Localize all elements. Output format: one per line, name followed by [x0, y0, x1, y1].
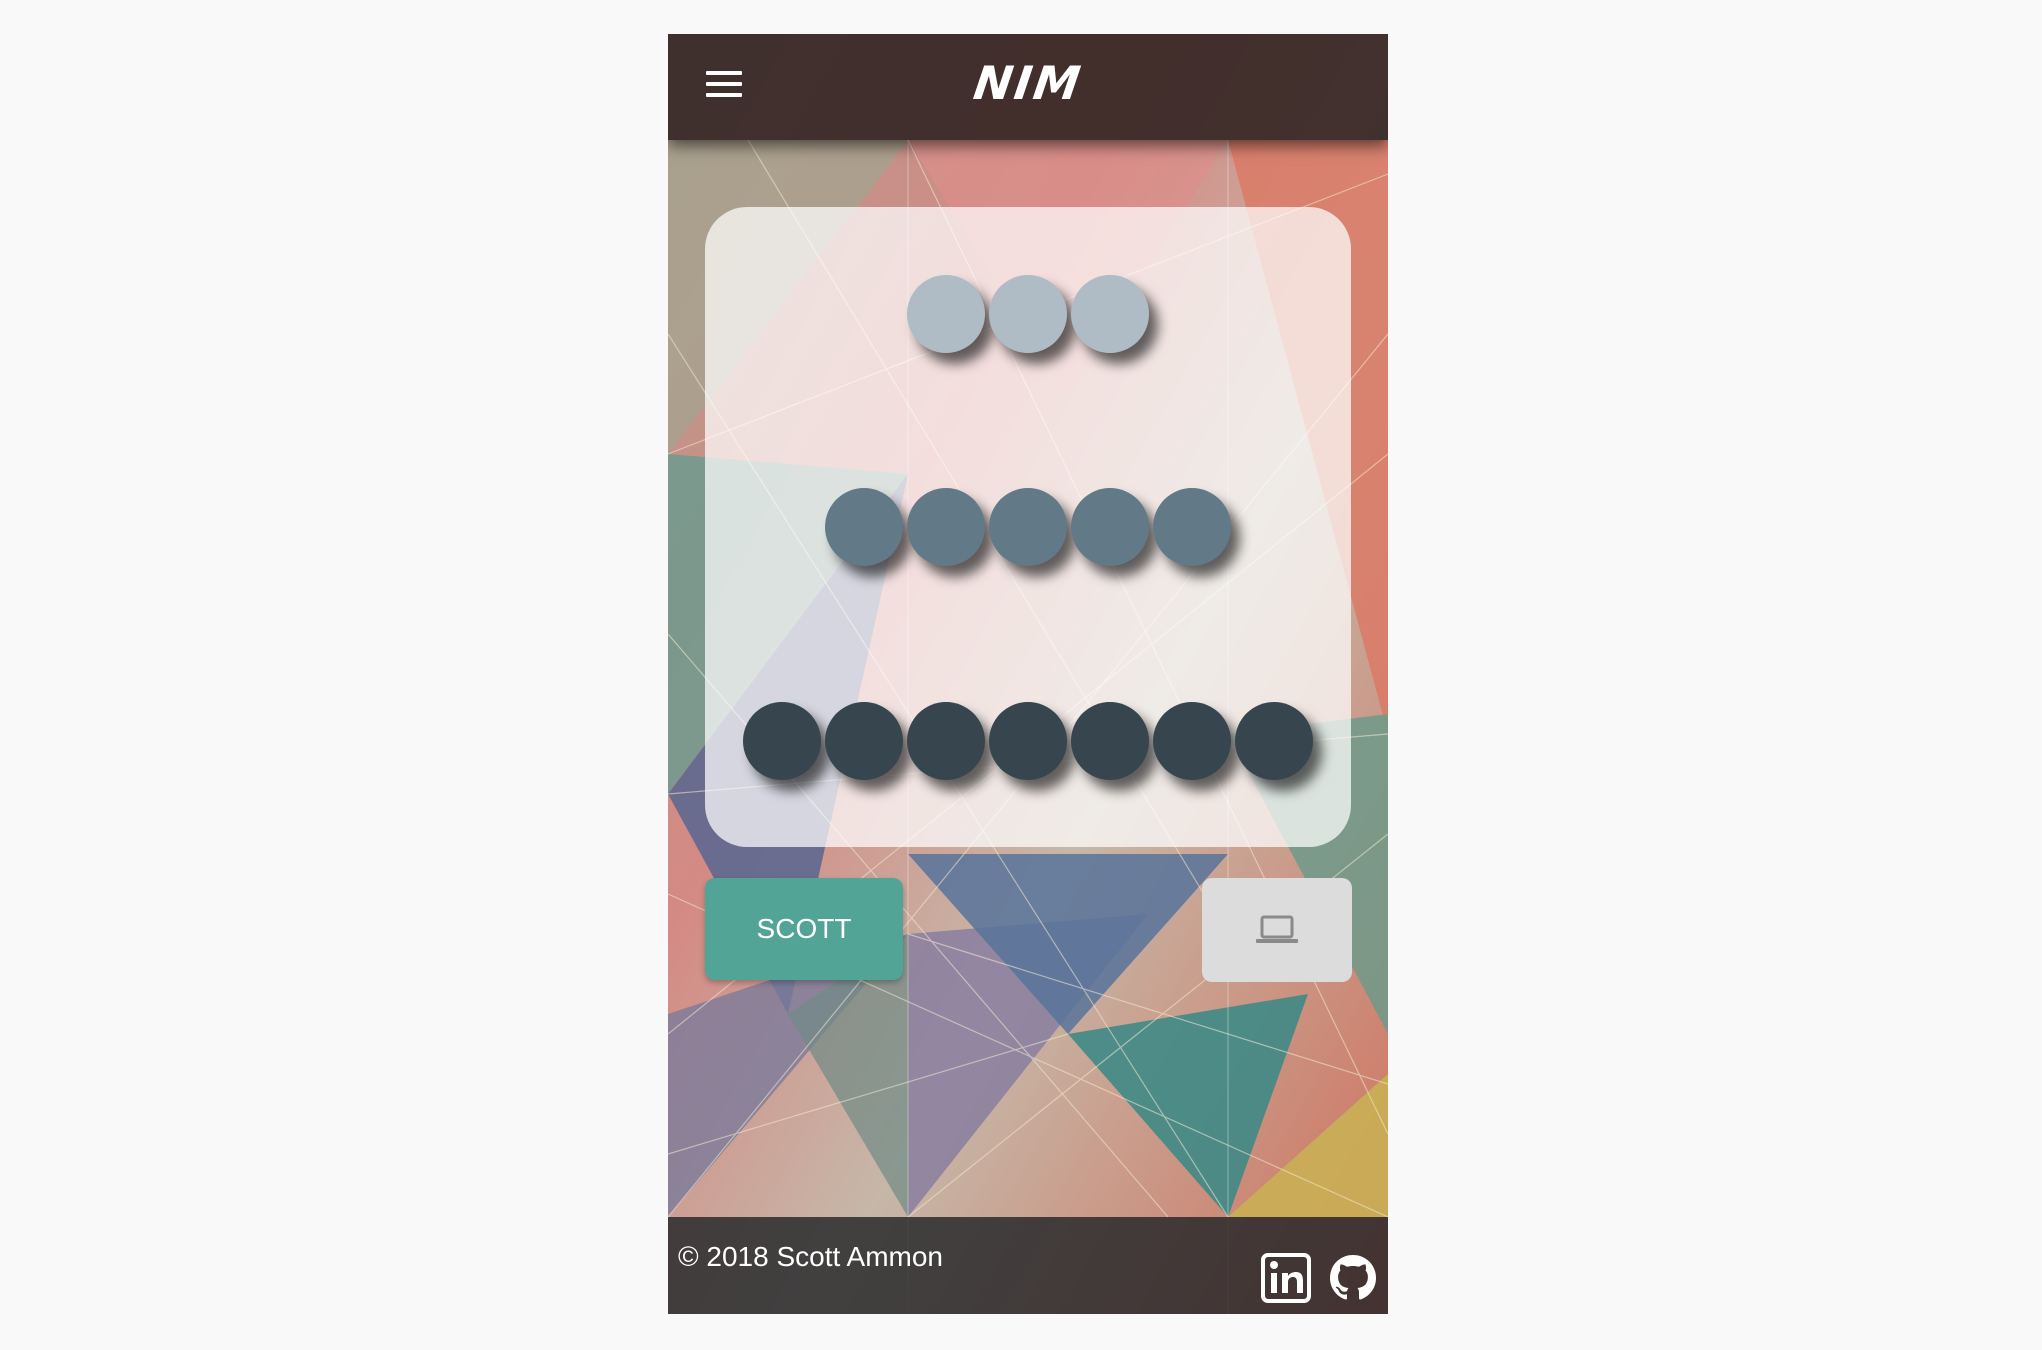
stone[interactable] — [1153, 488, 1231, 566]
app-header: NIM — [668, 34, 1388, 140]
stone[interactable] — [989, 702, 1067, 780]
stone[interactable] — [825, 488, 903, 566]
player-name: SCOTT — [756, 913, 852, 944]
stone[interactable] — [989, 275, 1067, 353]
pile-2 — [705, 488, 1351, 568]
linkedin-icon[interactable] — [1261, 1253, 1311, 1303]
stone[interactable] — [1071, 488, 1149, 566]
github-icon[interactable] — [1328, 1253, 1378, 1303]
computer-turn-button[interactable] — [1202, 878, 1352, 982]
stone[interactable] — [1153, 702, 1231, 780]
stone[interactable] — [907, 275, 985, 353]
player-turn-button[interactable]: SCOTT — [705, 878, 903, 980]
stone[interactable] — [1071, 702, 1149, 780]
app-title: NIM — [970, 56, 1086, 110]
stone[interactable] — [907, 702, 985, 780]
pile-1 — [705, 275, 1351, 355]
pile-3 — [705, 702, 1351, 782]
stone[interactable] — [989, 488, 1067, 566]
stone[interactable] — [1071, 275, 1149, 353]
game-board — [705, 207, 1351, 847]
stone[interactable] — [825, 702, 903, 780]
footer: © 2018 Scott Ammon — [668, 1217, 1388, 1314]
laptop-icon — [1256, 915, 1298, 943]
stone[interactable] — [1235, 702, 1313, 780]
stone[interactable] — [907, 488, 985, 566]
app-screen: NIM SCOTT © 2018 Scott Ammon — [668, 34, 1388, 1314]
copyright-text: © 2018 Scott Ammon — [678, 1241, 943, 1272]
stone[interactable] — [743, 702, 821, 780]
